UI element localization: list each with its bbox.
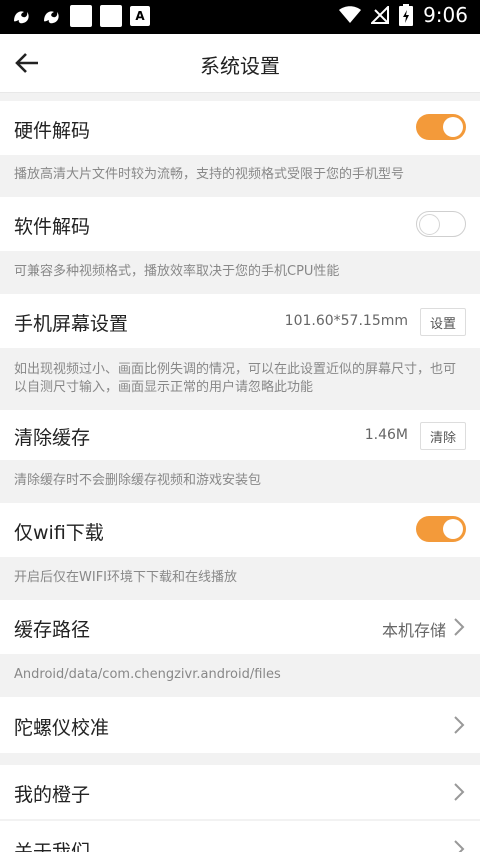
gyro-calibration-label: 陀螺仪校准: [14, 717, 110, 739]
chevron-right-icon: [454, 716, 465, 734]
a-badge-icon: A: [130, 6, 150, 26]
cache-path-hint: Android/data/com.chengzivr.android/files: [0, 654, 480, 697]
status-bar: A 9:06: [0, 0, 480, 34]
about-us-row[interactable]: 关于我们: [0, 821, 480, 852]
title-bar: 系统设置: [0, 34, 480, 93]
notification-square-icon: [100, 5, 122, 27]
toggle-knob: [443, 117, 463, 137]
software-decode-hint: 可兼容多种视频格式，播放效率取决于您的手机CPU性能: [0, 251, 480, 294]
wifi-icon: [339, 6, 362, 23]
cache-path-label: 缓存路径: [14, 619, 91, 641]
wifi-only-label: 仅wifi下载: [14, 522, 104, 544]
clear-cache-hint: 清除缓存时不会删除缓存视频和游戏安装包: [0, 460, 480, 503]
screen-setting-hint: 如出现视频过小、画面比例失调的情况，可以在此设置近似的屏幕尺寸，也可以自测尺寸输…: [0, 348, 480, 410]
toggle-knob: [419, 214, 440, 235]
hint-text: 清除缓存时不会删除缓存视频和游戏安装包: [14, 473, 262, 488]
clear-cache-button[interactable]: 清除: [420, 422, 466, 450]
hardware-decode-label: 硬件解码: [14, 120, 91, 142]
clear-cache-label: 清除缓存: [14, 427, 91, 449]
clear-cache-row: 清除缓存 1.46M 清除: [0, 410, 480, 460]
uc-squirrel-icon: [14, 11, 29, 24]
cache-path-value: 本机存储: [381, 621, 446, 640]
software-decode-toggle[interactable]: [416, 211, 466, 237]
cache-size-value: 1.46M: [364, 427, 408, 443]
uc-squirrel-icon: [44, 11, 59, 24]
wifi-only-toggle[interactable]: [416, 516, 466, 542]
chevron-right-icon: [454, 618, 465, 636]
chevron-right-icon: [454, 840, 465, 852]
hint-text: 可兼容多种视频格式，播放效率取决于您的手机CPU性能: [14, 264, 340, 279]
no-signal-icon: [371, 6, 390, 24]
gyro-calibration-row[interactable]: 陀螺仪校准: [0, 697, 480, 753]
wifi-only-row: 仅wifi下载: [0, 503, 480, 557]
my-orange-label: 我的橙子: [14, 784, 91, 806]
screen-setting-button[interactable]: 设置: [420, 308, 466, 336]
clock: 9:06: [423, 3, 468, 27]
screen-setting-label: 手机屏幕设置: [14, 313, 129, 335]
hint-text: 如出现视频过小、画面比例失调的情况，可以在此设置近似的屏幕尺寸，也可以自测尺寸输…: [14, 362, 457, 395]
hardware-decode-row: 硬件解码: [0, 101, 480, 155]
hardware-decode-hint: 播放高清大片文件时较为流畅，支持的视频格式受限于您的手机型号: [0, 155, 480, 197]
hint-text: Android/data/com.chengzivr.android/files: [14, 667, 281, 682]
software-decode-label: 软件解码: [14, 216, 91, 238]
software-decode-row: 软件解码: [0, 197, 480, 251]
notification-icons: A: [10, 5, 150, 27]
toggle-knob: [443, 519, 463, 539]
screen-size-value: 101.60*57.15mm: [284, 313, 408, 329]
wifi-only-hint: 开启后仅在WIFI环境下下载和在线播放: [0, 557, 480, 600]
my-orange-row[interactable]: 我的橙子: [0, 765, 480, 819]
chevron-right-icon: [454, 783, 465, 801]
hint-text: 开启后仅在WIFI环境下下载和在线播放: [14, 570, 237, 585]
system-icons: 9:06: [339, 3, 468, 27]
cache-path-row[interactable]: 缓存路径 本机存储: [0, 600, 480, 654]
screen-setting-row: 手机屏幕设置 101.60*57.15mm 设置: [0, 294, 480, 348]
notification-square-icon: [70, 5, 92, 27]
hint-text: 播放高清大片文件时较为流畅，支持的视频格式受限于您的手机型号: [14, 167, 405, 182]
hardware-decode-toggle[interactable]: [416, 114, 466, 140]
battery-icon: [399, 4, 414, 26]
page-title: 系统设置: [200, 54, 280, 78]
about-us-label: 关于我们: [14, 841, 91, 852]
